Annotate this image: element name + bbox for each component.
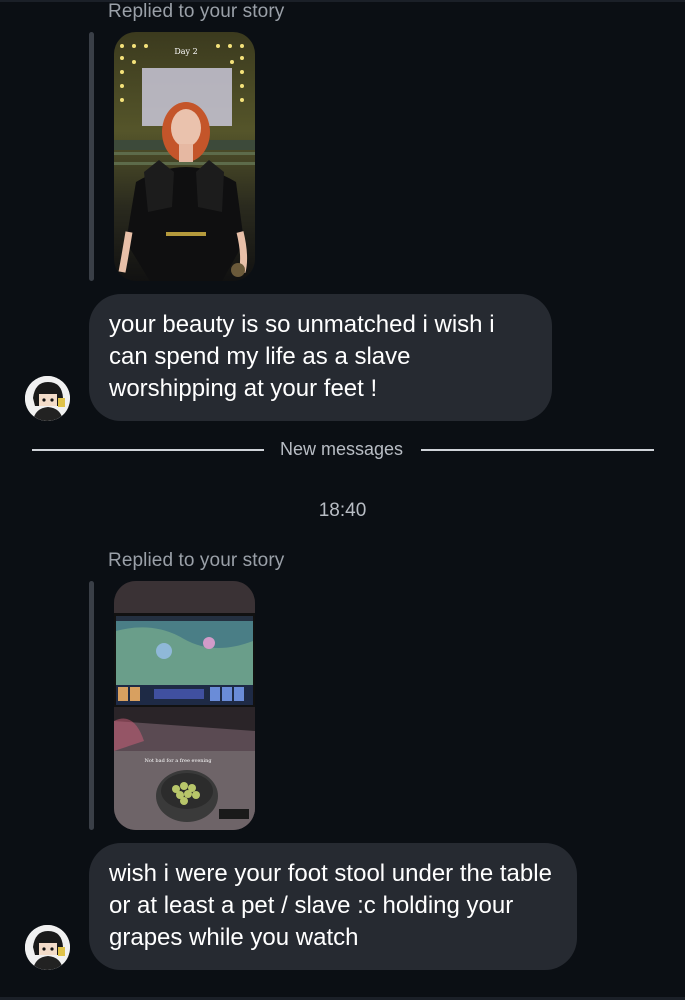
message-timestamp: 18:40 <box>318 500 367 521</box>
story-caption: Day 2 <box>174 47 197 56</box>
dm-thread: Replied to your story Day 2 your beauty … <box>0 0 685 1000</box>
story-thumbnail[interactable]: Day 2 <box>114 32 255 281</box>
divider-line <box>421 449 654 451</box>
divider-line <box>32 449 264 451</box>
message-bubble[interactable]: your beauty is so unmatched i wish i can… <box>89 294 552 421</box>
story-caption: Not bad for a free evening <box>144 758 212 764</box>
new-messages-label: New messages <box>280 439 404 459</box>
reply-quote-bar <box>89 581 94 830</box>
story-image: Not bad for a free evening <box>114 581 255 830</box>
sender-avatar[interactable] <box>25 376 70 421</box>
reply-quote-bar <box>89 32 94 281</box>
top-divider <box>0 0 685 2</box>
replied-to-story-label: Replied to your story <box>108 550 285 571</box>
avatar-image <box>25 925 70 970</box>
message-text: wish i were your foot stool under the ta… <box>109 860 552 951</box>
message-bubble[interactable]: wish i were your foot stool under the ta… <box>89 843 577 970</box>
new-messages-divider: New messages <box>32 439 654 461</box>
sender-avatar[interactable] <box>25 925 70 970</box>
message-text: your beauty is so unmatched i wish i can… <box>109 311 495 402</box>
story-image: Day 2 <box>114 32 255 281</box>
story-thumbnail[interactable]: Not bad for a free evening <box>114 581 255 830</box>
replied-to-story-label: Replied to your story <box>108 1 285 22</box>
avatar-image <box>25 376 70 421</box>
